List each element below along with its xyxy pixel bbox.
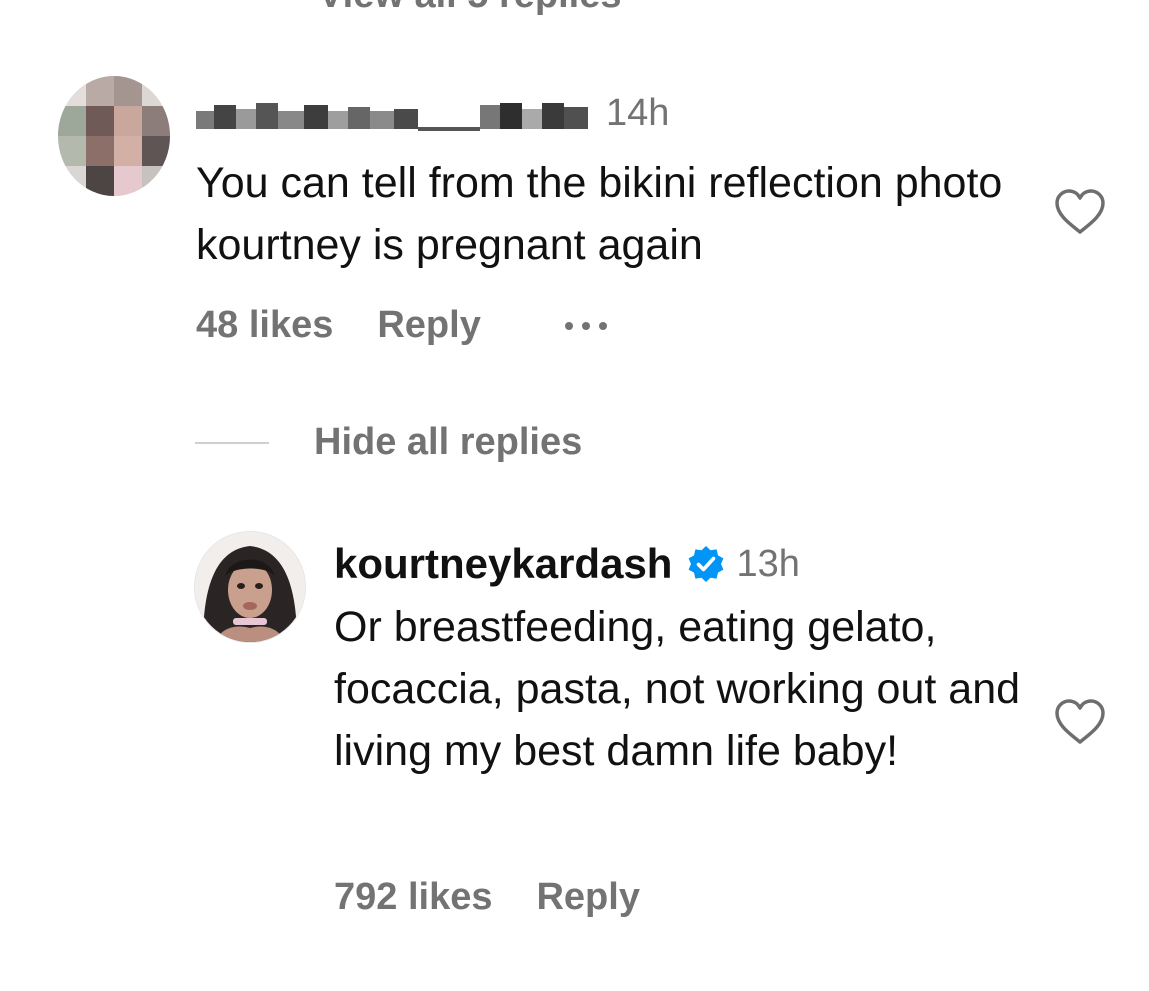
comment-actions: 792 likes Reply [334, 876, 640, 919]
replies-divider [195, 442, 269, 444]
verified-badge-icon [689, 546, 724, 582]
pixelated-avatar-image [58, 76, 170, 196]
comment-text: You can tell from the bikini reflection … [196, 159, 1003, 269]
comment-header: kourtneykardash 13h [334, 540, 800, 588]
reply-button[interactable]: Reply [536, 876, 639, 919]
avatar[interactable] [58, 76, 170, 196]
username-pixelated[interactable] [196, 99, 596, 135]
hide-replies-button[interactable]: Hide all replies [314, 421, 582, 464]
reply-button[interactable]: Reply [377, 304, 480, 347]
avatar-image [195, 532, 305, 642]
heart-icon[interactable] [1053, 188, 1107, 236]
username[interactable]: kourtneykardash [334, 540, 672, 588]
comment-time: 13h [736, 542, 800, 585]
more-horizontal-icon[interactable] [564, 321, 607, 330]
heart-icon[interactable] [1053, 698, 1107, 746]
pixelated-username-image [196, 103, 588, 131]
avatar[interactable] [194, 531, 306, 643]
likes-count[interactable]: 48 likes [196, 304, 333, 347]
comment-text: Or breastfeeding, eating gelato, focacci… [334, 603, 1021, 775]
comment-actions: 48 likes Reply [196, 304, 607, 347]
likes-count[interactable]: 792 likes [334, 876, 492, 919]
comment-time: 14h [606, 92, 670, 134]
view-all-replies-link[interactable]: View all 5 replies [318, 0, 621, 17]
